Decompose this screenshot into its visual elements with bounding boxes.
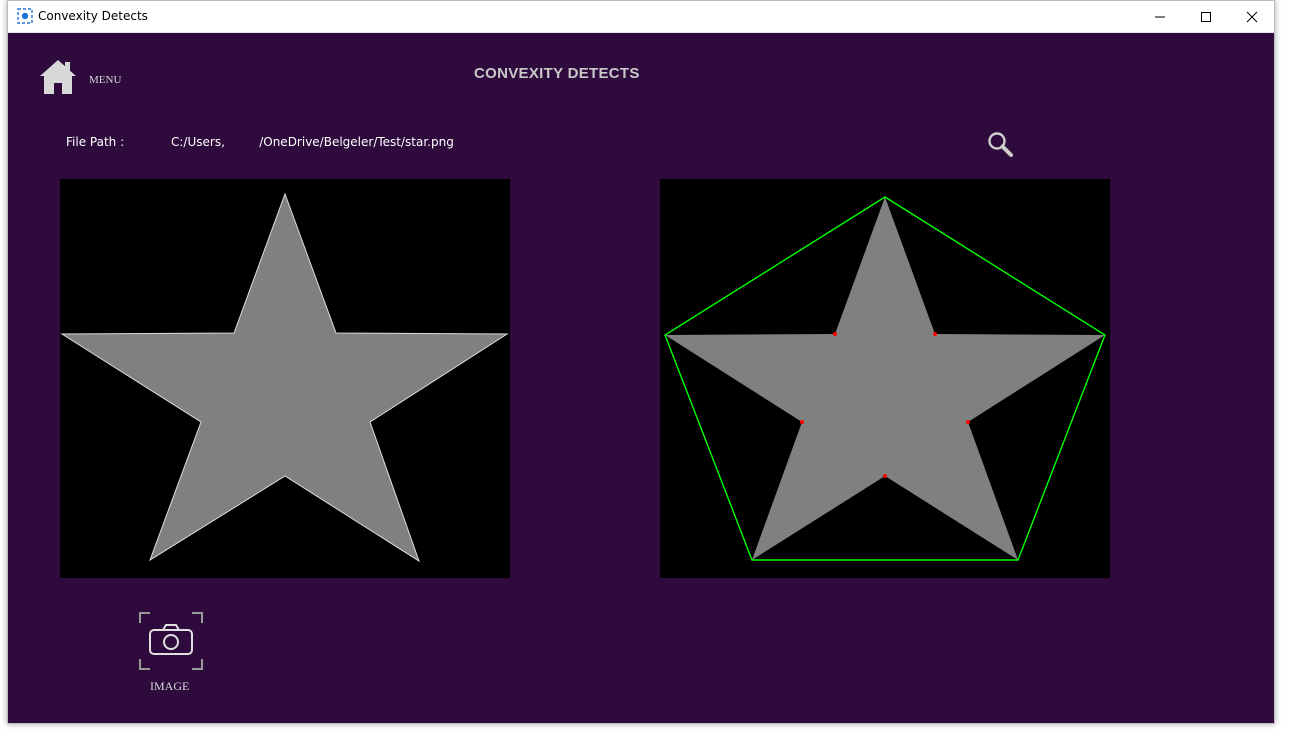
camera-icon[interactable] [138,611,204,671]
app-icon [17,8,33,24]
home-icon[interactable] [38,58,78,96]
search-icon[interactable] [986,130,1014,158]
original-star-image [60,192,509,563]
defect-point [833,332,837,336]
main-content: MENU CONVEXITY DETECTS File Path : C:/Us… [8,32,1274,725]
convexity-result-image [664,196,1106,561]
minimize-icon [1155,16,1165,17]
close-icon [1246,11,1258,22]
defect-point [883,474,887,478]
menu-label[interactable]: MENU [89,74,121,86]
window-title: Convexity Detects [38,9,148,23]
close-button[interactable] [1229,1,1275,32]
minimize-button[interactable] [1137,1,1183,32]
image-button-label[interactable]: IMAGE [150,679,189,694]
result-image-panel [660,179,1110,578]
original-image-panel [60,179,510,578]
maximize-button[interactable] [1183,1,1229,32]
defect-point [966,420,970,424]
title-bar[interactable]: Convexity Detects [8,1,1274,33]
defect-point [800,420,804,424]
page-title: CONVEXITY DETECTS [474,65,640,82]
maximize-icon [1201,11,1211,22]
file-path-value: C:/Users, /OneDrive/Belgeler/Test/star.p… [171,135,454,149]
star-shape [60,192,509,563]
defect-point [933,332,937,336]
file-path-label: File Path : [66,135,125,149]
app-window: Convexity Detects MENU CONVEXITY DETECTS… [7,0,1275,724]
